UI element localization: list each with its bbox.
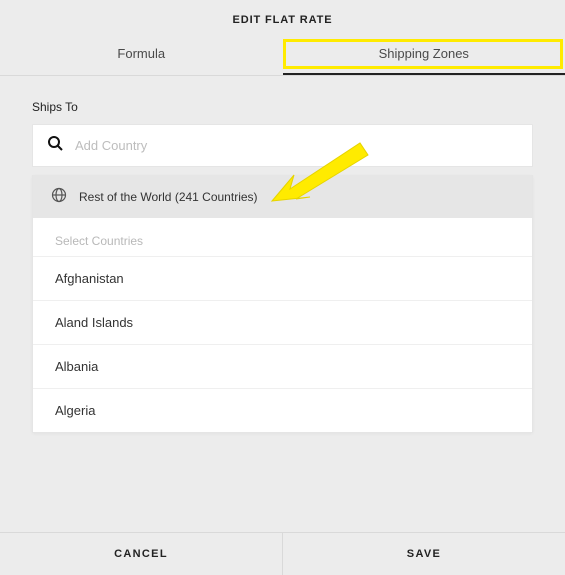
search-icon — [47, 135, 63, 156]
country-panel: Rest of the World (241 Countries) Select… — [32, 175, 533, 433]
tabs: Formula Shipping Zones — [0, 36, 565, 75]
tab-formula[interactable]: Formula — [0, 36, 283, 75]
footer: CANCEL SAVE — [0, 532, 565, 575]
rest-of-world-row[interactable]: Rest of the World (241 Countries) — [33, 175, 532, 218]
cancel-button[interactable]: CANCEL — [0, 533, 283, 575]
ships-to-label: Ships To — [32, 100, 533, 114]
save-button[interactable]: SAVE — [283, 533, 565, 575]
country-search-input[interactable] — [75, 138, 518, 153]
list-item[interactable]: Albania — [33, 344, 532, 388]
tab-shipping-zones[interactable]: Shipping Zones — [283, 36, 565, 75]
list-item[interactable]: Aland Islands — [33, 300, 532, 344]
content-area: Ships To Rest of the World (241 Countrie… — [0, 76, 565, 433]
page-title: EDIT FLAT RATE — [0, 0, 565, 36]
list-item[interactable]: Afghanistan — [33, 256, 532, 300]
list-item[interactable]: Algeria — [33, 388, 532, 432]
search-row — [32, 124, 533, 167]
rest-of-world-label: Rest of the World (241 Countries) — [79, 190, 258, 204]
page-header: EDIT FLAT RATE Formula Shipping Zones — [0, 0, 565, 76]
select-countries-heading: Select Countries — [33, 218, 532, 256]
globe-icon — [51, 187, 67, 206]
